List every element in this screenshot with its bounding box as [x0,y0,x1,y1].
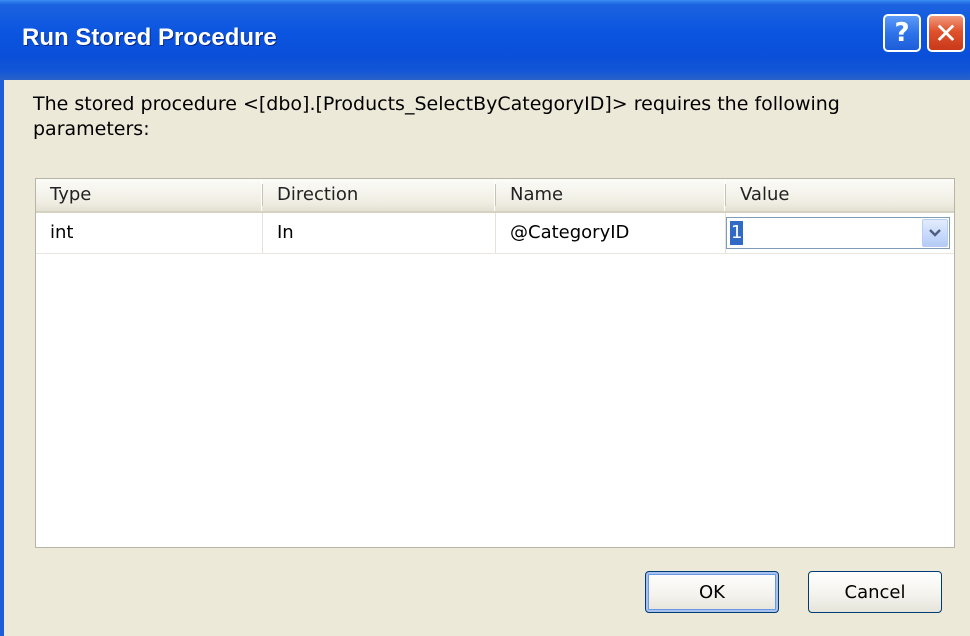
ok-button[interactable]: OK [645,571,779,613]
grid-header: Type Direction Name Value [36,179,954,213]
chevron-down-icon[interactable] [922,219,948,247]
column-header-direction[interactable]: Direction [263,179,495,211]
column-header-type[interactable]: Type [36,179,262,211]
cancel-button[interactable]: Cancel [808,571,942,613]
dialog-title: Run Stored Procedure [22,24,277,51]
cell-type: int [36,213,263,253]
cell-direction: In [263,213,496,253]
value-input-text[interactable]: 1 [730,221,744,245]
column-header-value[interactable]: Value [726,179,954,211]
instruction-text: The stored procedure <[dbo].[Products_Se… [33,93,840,140]
close-button-label: ✕ [934,16,958,50]
ok-button-label: OK [699,581,725,603]
parameters-grid: Type Direction Name Value int In @Catego… [35,178,955,548]
title-bar[interactable]: Run Stored Procedure ? ✕ [0,0,970,80]
run-stored-procedure-dialog: Run Stored Procedure ? ✕ The stored proc… [0,0,970,636]
window-frame-left [0,80,4,636]
table-row[interactable]: int In @CategoryID 1 [36,213,954,254]
cell-name: @CategoryID [496,213,726,253]
help-button-label: ? [894,18,910,48]
cancel-button-label: Cancel [844,581,906,603]
column-header-name[interactable]: Name [496,179,725,211]
close-icon[interactable]: ✕ [927,14,965,52]
value-dropdown[interactable]: 1 [726,217,950,249]
help-icon[interactable]: ? [883,14,921,52]
